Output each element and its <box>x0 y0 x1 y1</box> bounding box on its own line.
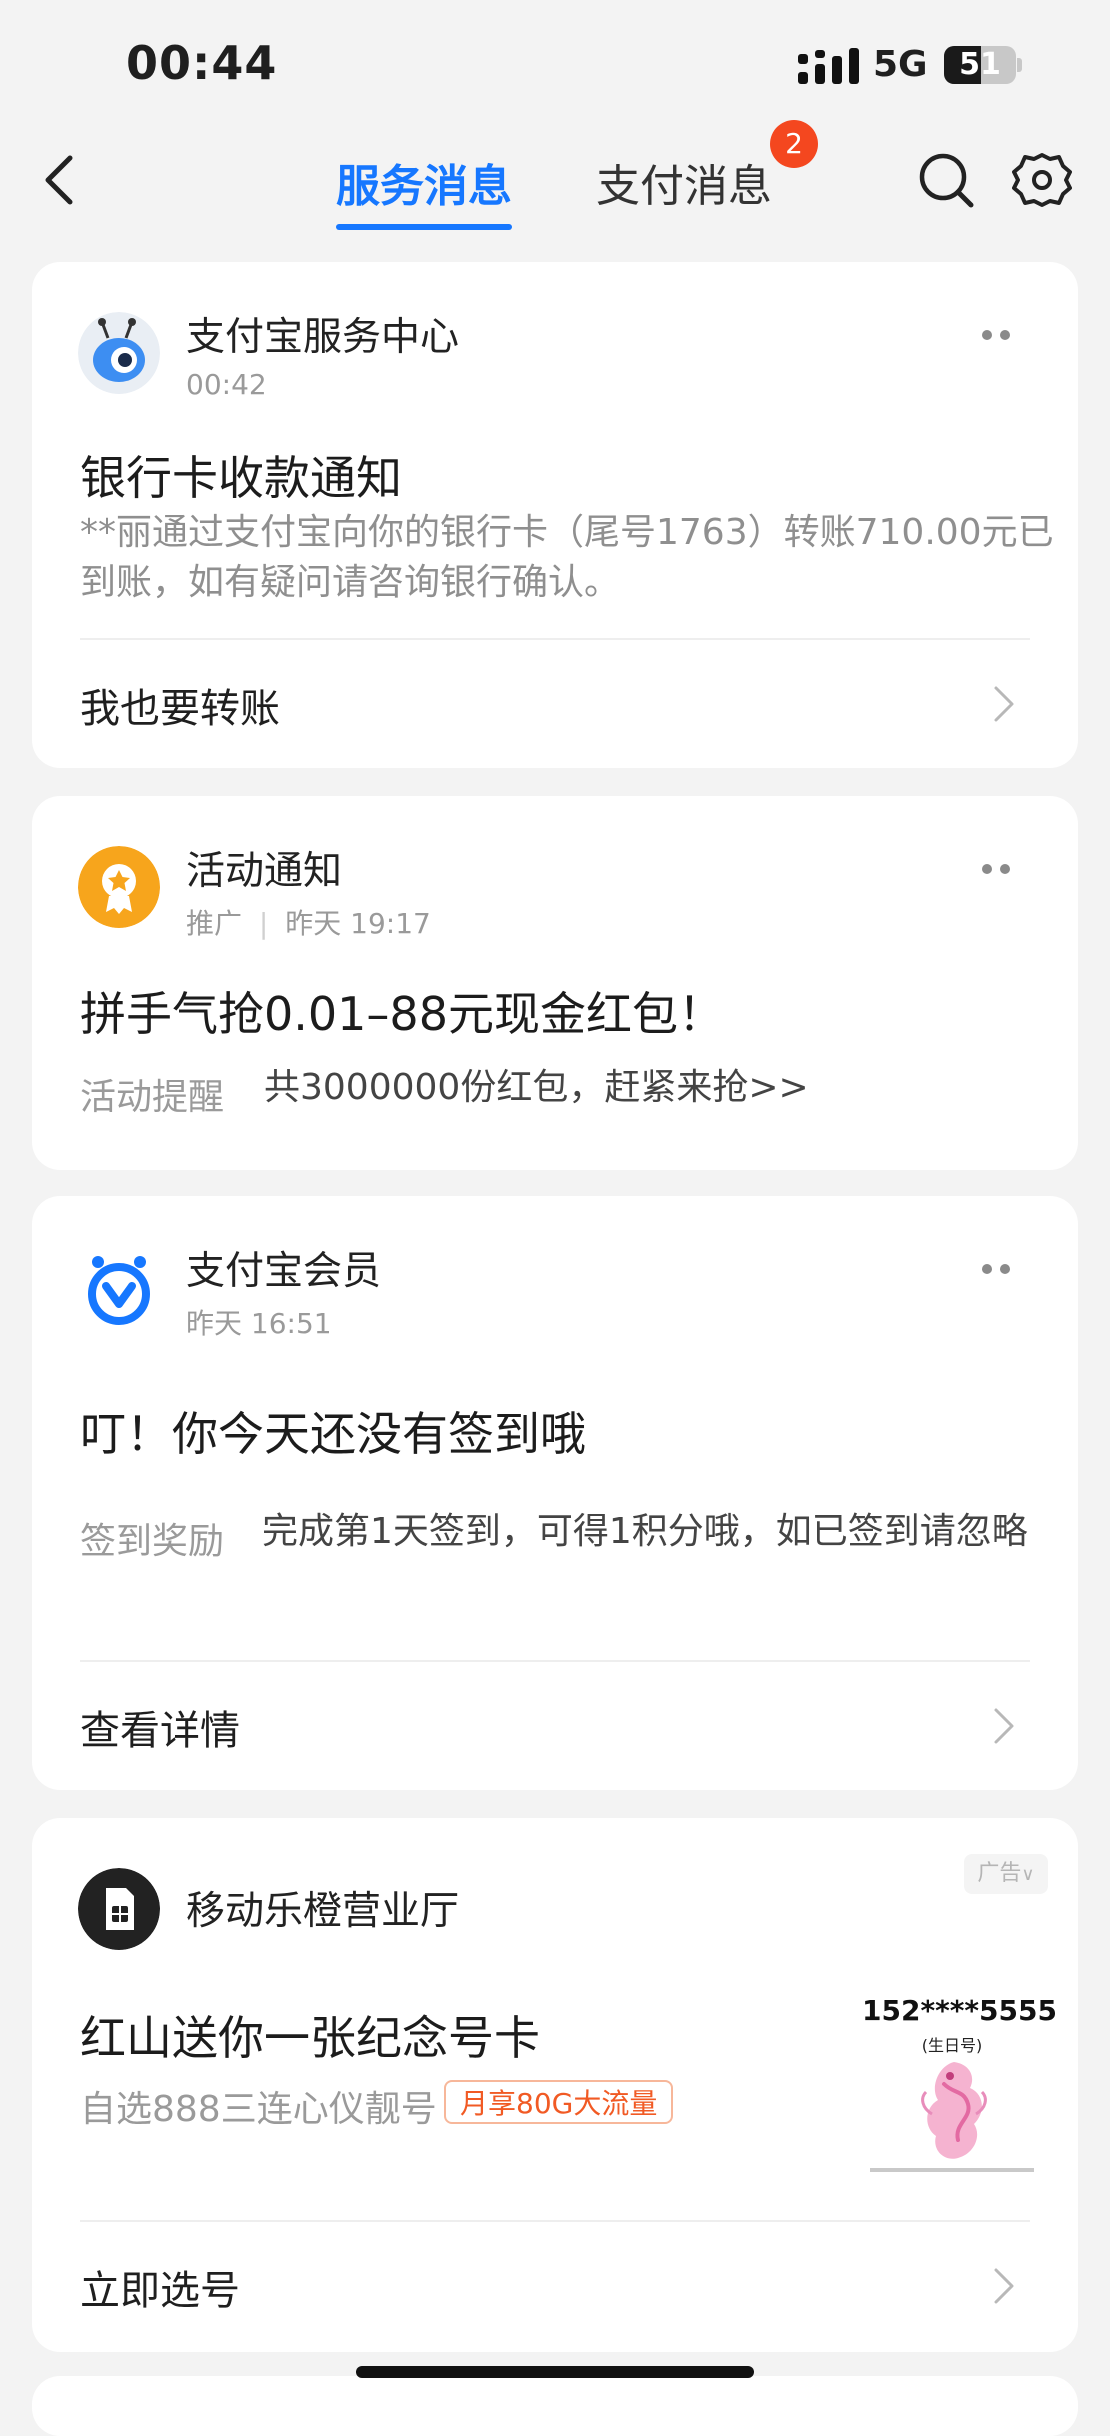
message-headline: 红山送你一张纪念号卡 <box>80 2011 540 2065</box>
select-number-row[interactable]: 立即选号 <box>32 2222 1078 2348</box>
message-headline: 银行卡收款通知 <box>80 451 402 505</box>
message-time: 昨天 19:17 <box>285 907 431 940</box>
sender-name: 移动乐橙营业厅 <box>186 1889 460 1934</box>
message-card-activity[interactable]: 活动通知 推广 | 昨天 19:17 拼手气抢0.01–88元现金红包！ 活动提… <box>32 796 1078 1170</box>
sender-name: 活动通知 <box>186 849 343 894</box>
gear-icon[interactable] <box>1012 150 1072 210</box>
dragon-illustration <box>921 2062 987 2159</box>
battery-level: 51 <box>959 47 1001 82</box>
status-time: 00:44 <box>126 36 278 90</box>
activity-notice-icon <box>78 846 160 928</box>
signal-icon <box>798 48 859 84</box>
sim-phone-number: 152****5555 <box>862 1994 1057 2027</box>
view-details-row[interactable]: 查看详情 <box>32 1662 1078 1788</box>
ad-subtext: 自选888三连心仪靓号 <box>80 2089 437 2130</box>
back-icon[interactable] <box>38 150 78 210</box>
alipay-service-avatar <box>78 312 160 394</box>
unread-badge: 2 <box>770 120 818 168</box>
activity-label: 活动提醒 <box>80 1077 225 1118</box>
sender-name: 支付宝会员 <box>186 1249 382 1294</box>
number-card-image[interactable]: 152****5555 (生日号) <box>862 1994 1057 2184</box>
alipay-member-icon <box>88 1256 150 1325</box>
sender-name: 支付宝服务中心 <box>186 315 460 360</box>
promo-tag: 推广 <box>186 907 243 940</box>
ad-label[interactable]: 广告∨ <box>964 1854 1048 1894</box>
message-time: 昨天 16:51 <box>186 1307 332 1340</box>
view-details-label: 查看详情 <box>80 1708 240 1754</box>
more-options-icon[interactable] <box>982 1264 1012 1276</box>
search-icon[interactable] <box>916 150 976 210</box>
sim-card-icon <box>78 1868 160 1950</box>
tab-service-messages[interactable]: 服务消息 <box>336 150 512 214</box>
transfer-action-row[interactable]: 我也要转账 <box>32 640 1078 766</box>
message-body: **丽通过支付宝向你的银行卡（尾号1763）转账710.00元已到账，如有疑问请… <box>80 512 1054 603</box>
network-type: 5G <box>873 44 928 85</box>
message-headline: 拼手气抢0.01–88元现金红包！ <box>80 987 724 1041</box>
sim-number-type: (生日号) <box>921 2036 983 2055</box>
home-indicator <box>356 2366 754 2378</box>
message-card-bank-transfer[interactable]: 支付宝服务中心 00:42 银行卡收款通知 **丽通过支付宝向你的银行卡（尾号1… <box>32 262 1078 768</box>
activity-value[interactable]: 共3000000份红包，赶紧来抢>> <box>264 1058 1044 1118</box>
message-headline: 叮！你今天还没有签到哦 <box>80 1407 586 1461</box>
promo-badge: 月享80G大流量 <box>444 2080 674 2124</box>
message-time: 00:42 <box>186 368 267 401</box>
checkin-reward-value: 完成第1天签到，可得1积分哦，如已签到请忽略 <box>262 1511 1028 1552</box>
message-card-next[interactable] <box>32 2376 1078 2436</box>
chevron-right-icon <box>994 686 1014 722</box>
more-options-icon[interactable] <box>982 864 1012 876</box>
chevron-right-icon <box>994 1708 1014 1744</box>
select-number-label: 立即选号 <box>80 2268 240 2314</box>
chevron-down-icon: ∨ <box>1021 1864 1035 1885</box>
tab-active-indicator <box>336 224 512 230</box>
status-bar: 00:44 5G 51 <box>0 0 1110 120</box>
chevron-right-icon <box>994 2268 1014 2304</box>
battery-icon: 51 <box>944 46 1022 84</box>
top-nav: 服务消息 支付消息 2 <box>0 120 1110 240</box>
fine-print-line <box>870 2168 1034 2172</box>
message-card-ad[interactable]: 移动乐橙营业厅 广告∨ 红山送你一张纪念号卡 自选888三连心仪靓号 月享80G… <box>32 1818 1078 2352</box>
message-card-member[interactable]: 支付宝会员 昨天 16:51 叮！你今天还没有签到哦 签到奖励 完成第1天签到，… <box>32 1196 1078 1790</box>
checkin-reward-label: 签到奖励 <box>80 1521 225 1562</box>
message-meta: 推广 | 昨天 19:17 <box>186 907 431 940</box>
more-options-icon[interactable] <box>982 330 1012 342</box>
transfer-action-label: 我也要转账 <box>80 686 280 732</box>
tab-payment-messages[interactable]: 支付消息 <box>596 150 772 214</box>
